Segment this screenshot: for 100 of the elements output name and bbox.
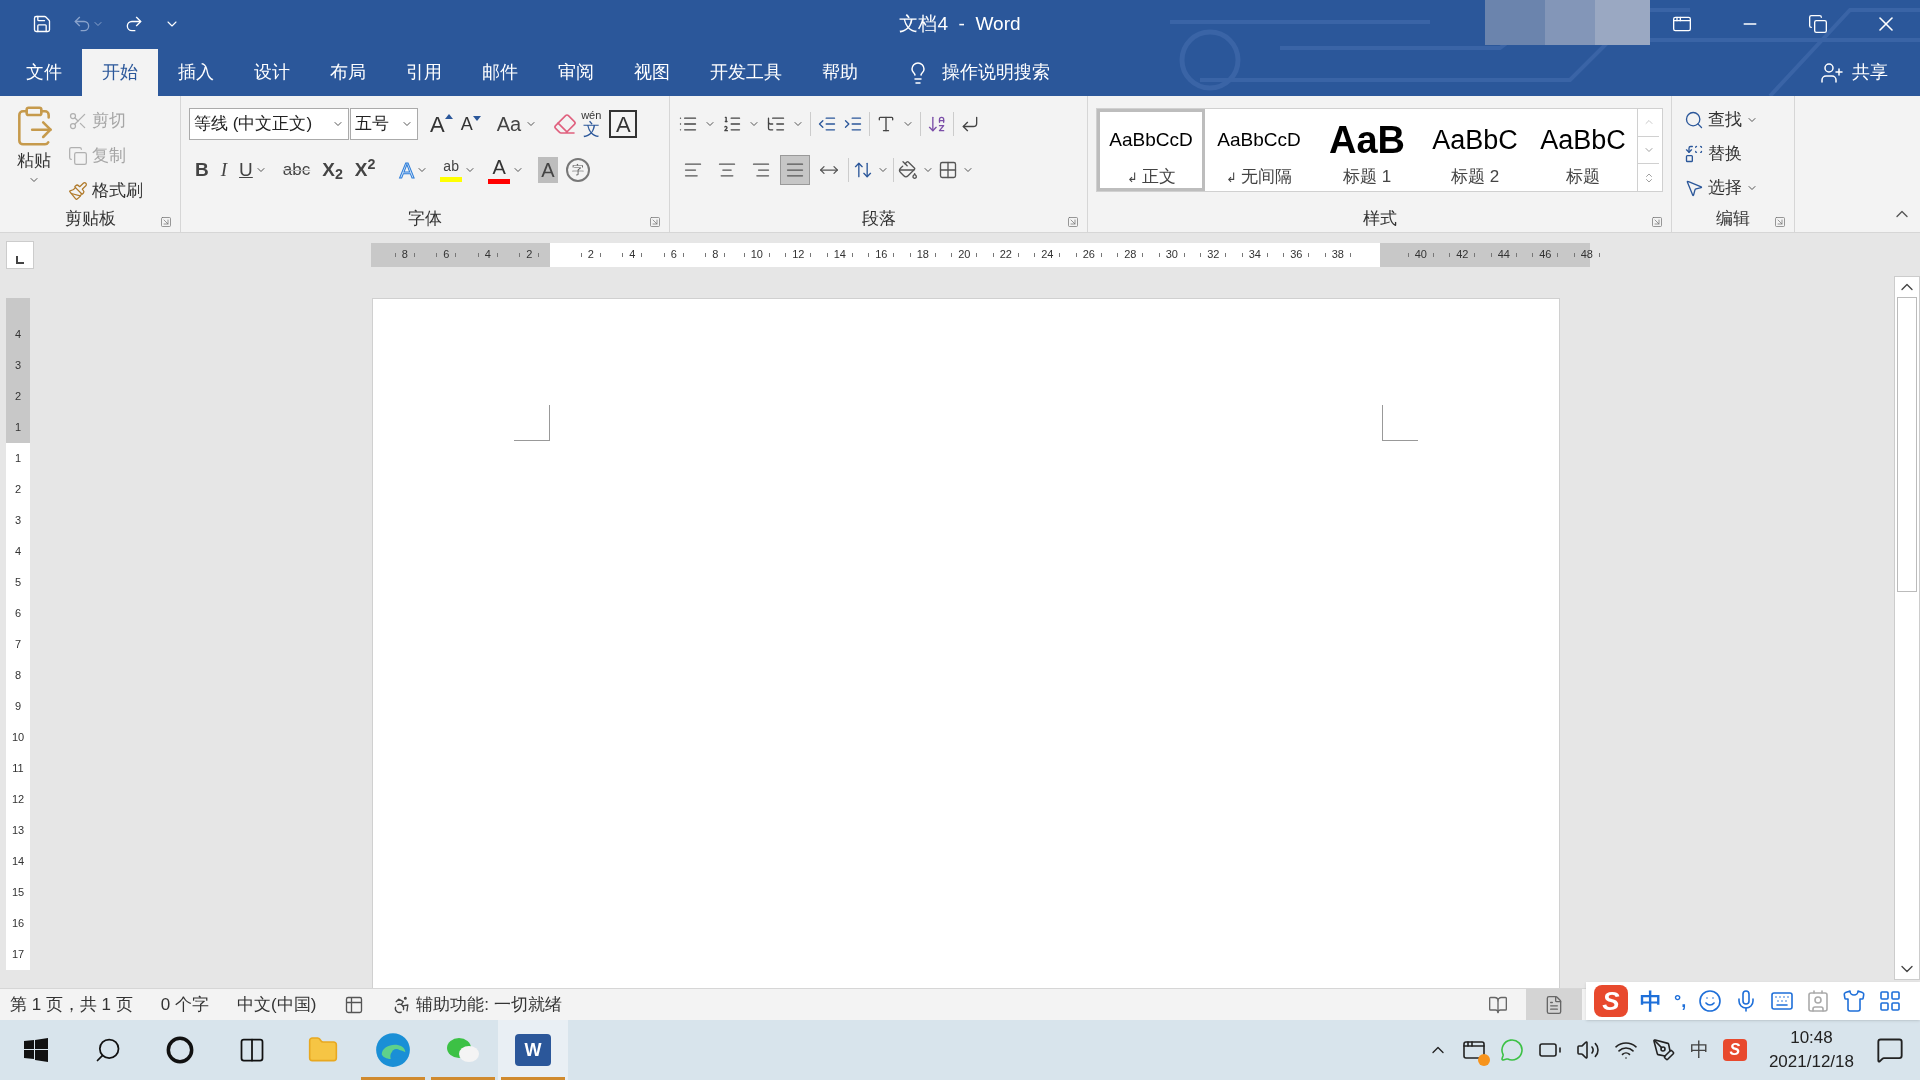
ribbon-tab[interactable]: 插入 [158,49,234,96]
dialog-launcher-icon[interactable] [1774,216,1786,228]
ribbon-tab[interactable]: 开发工具 [690,49,802,96]
subscript-button[interactable]: X$_{2}$ [316,153,349,187]
ruler-number: 38 [1331,249,1344,260]
style-gallery-item[interactable]: AaBbCcD ↲ 无间隔 [1205,109,1313,191]
restore-icon[interactable] [1808,14,1828,34]
ribbon-tab[interactable]: 引用 [386,49,462,96]
page-icon[interactable] [1544,994,1564,1015]
underline-button[interactable]: U [233,153,273,187]
ime-logo[interactable]: S [1594,985,1628,1017]
print-layout-button[interactable] [1526,989,1582,1020]
input-language[interactable]: 中 [1689,1035,1709,1065]
replace-button[interactable]: 替换 [1684,138,1786,170]
select-button[interactable]: 选择 [1684,172,1786,204]
eraser-icon[interactable] [553,112,578,136]
running-indicator [361,1077,425,1080]
windows-logo-icon [24,1038,48,1062]
ruler-number: 3 [14,515,22,526]
ribbon-tab[interactable]: 视图 [614,49,690,96]
notification-icon[interactable] [1876,1036,1904,1064]
clock[interactable]: 10:48 2021/12/18 [1760,1026,1862,1074]
sort-icon[interactable] [927,114,947,134]
keyboard-icon[interactable] [1770,989,1795,1013]
dialog-launcher-icon[interactable] [1067,216,1079,228]
ruler-number: 8 [14,670,22,681]
add-user-icon[interactable] [1820,60,1844,85]
search-icon[interactable] [1684,110,1704,130]
language-status[interactable]: 中文(中国) [237,991,317,1018]
dialog-launcher-icon[interactable] [160,216,172,228]
task-view-icon[interactable] [238,1036,266,1064]
shirt-icon[interactable] [1842,989,1867,1013]
ribbon-tab[interactable]: 帮助 [802,49,878,96]
share-button[interactable]: 共享 [1820,49,1888,96]
replace-icon[interactable] [1684,144,1704,164]
show-marks-icon[interactable] [960,114,980,134]
numbering-icon[interactable] [722,114,742,134]
dialog-launcher-icon[interactable] [1651,216,1663,228]
ribbon-tab[interactable]: 开始 [82,49,158,96]
phonetic-guide-button[interactable]: wén 文 [577,107,606,141]
shrink-font-button[interactable]: A [456,107,485,141]
word-count[interactable]: 0 个字 [160,991,209,1018]
style-gallery-item[interactable]: AaBbC 标题 [1529,109,1637,191]
smile-icon[interactable] [1698,989,1723,1013]
italic-button[interactable]: I [214,153,234,187]
book-icon[interactable] [1488,994,1508,1015]
undo-icon[interactable] [72,14,92,34]
bold-button[interactable]: B [189,153,215,187]
superscript-button[interactable]: X$^{2}$ [348,153,382,187]
ribbon-display-icon[interactable] [1672,14,1692,34]
font-name-field[interactable]: 等线 (中文正文) [189,108,349,140]
ribbon-tab[interactable]: 审阅 [538,49,614,96]
paste-button[interactable]: 粘贴 [8,104,60,206]
paintbrush-icon[interactable] [68,181,88,201]
taskbar-app[interactable]: W [498,1020,568,1080]
font-size-field[interactable]: 五号 [350,108,418,140]
pen-icon[interactable] [1651,1038,1676,1062]
search-icon[interactable] [94,1036,122,1064]
change-case-button[interactable]: Aa [492,107,542,141]
tab-selector[interactable] [6,240,34,269]
style-gallery-item[interactable]: AaB 标题 1 [1313,109,1421,191]
ruler-number: 17 [11,949,25,960]
find-button[interactable]: 查找 [1684,104,1786,136]
running-indicator [431,1077,495,1080]
volume-icon[interactable] [1575,1038,1600,1062]
highlight-button[interactable]: ab [434,153,483,187]
vertical-scrollbar[interactable] [1894,276,1920,980]
pointer-icon[interactable] [1684,178,1704,198]
accessibility-status[interactable]: 辅助功能: 一切就绪 [416,991,562,1018]
ruler-number: 4 [14,329,22,340]
circle-icon[interactable] [166,1036,194,1064]
ruler-number: 7 [14,639,22,650]
enclose-characters-button[interactable]: 字 [565,158,590,182]
ime-punctuation[interactable]: °, [1674,987,1687,1015]
ruler-number: 48 [1580,249,1593,260]
style-gallery-item[interactable]: AaBbC 标题 2 [1421,109,1529,191]
font-color-button[interactable]: A [482,153,531,187]
redo-icon[interactable] [124,14,144,34]
ribbon-tab[interactable]: 邮件 [462,49,538,96]
save-icon[interactable] [32,14,52,34]
borders-icon[interactable] [938,160,958,180]
ime-mode[interactable]: 中 [1640,984,1662,1018]
painter-button[interactable]: 格式刷 [68,176,143,206]
tell-me-search[interactable]: 操作说明搜索 [906,49,1050,96]
ribbon-tab[interactable]: 文件 [6,49,82,96]
dialog-launcher-icon[interactable] [649,216,661,228]
group-label: 样式 [1362,208,1397,231]
ribbon-tab[interactable]: 设计 [234,49,310,96]
ruler-number: 4 [14,546,22,557]
character-shading-button[interactable]: A [538,157,558,183]
ime-tray-logo[interactable]: S [1722,1039,1747,1061]
character-border-button[interactable]: A [609,110,638,138]
style-gallery-item[interactable]: AaBbCcD ↲ 正文 [1097,109,1205,191]
grow-font-button[interactable]: A [426,107,457,141]
grid-icon[interactable] [1878,989,1903,1013]
page-count[interactable]: 第 1 页，共 1 页 [10,991,133,1018]
shading-icon[interactable] [898,160,918,180]
ribbon-tab[interactable]: 布局 [310,49,386,96]
line-spacing-icon[interactable] [853,160,873,180]
user-card-icon[interactable] [1806,989,1831,1013]
